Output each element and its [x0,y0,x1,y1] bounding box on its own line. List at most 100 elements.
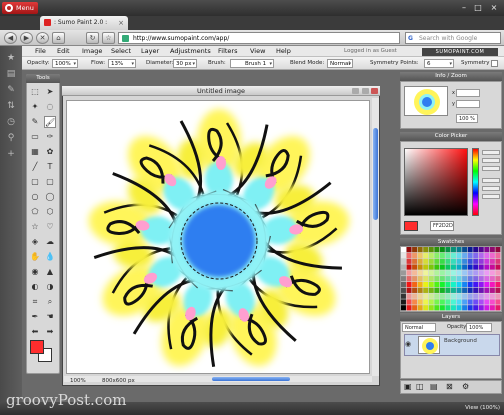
color-swatch[interactable] [434,287,440,293]
horizontal-scroll-thumb[interactable] [212,377,290,381]
shape-tool-icon[interactable]: ⬡ [44,206,56,218]
text-tool-icon[interactable]: T [44,161,56,173]
swatch-grid[interactable] [401,247,501,311]
color-swatch[interactable] [478,270,484,276]
color-swatch[interactable] [489,264,495,270]
color-swatch[interactable] [484,276,490,282]
color-swatch[interactable] [401,305,406,311]
reload-button[interactable]: ↻ [86,32,99,44]
color-swatch[interactable] [412,252,418,259]
menu-view[interactable]: View [250,46,265,57]
color-swatch[interactable] [417,281,423,288]
color-swatch[interactable] [478,299,484,305]
search-input[interactable]: G Search with Google [405,32,501,44]
color-swatch[interactable] [462,305,468,311]
history-icon[interactable]: ◷ [5,116,17,128]
color-swatch[interactable] [412,281,418,288]
magic-wand-icon[interactable]: ✦ [29,101,41,113]
color-swatch[interactable] [462,258,468,264]
color-swatch[interactable] [456,305,462,311]
address-bar[interactable]: http://www.sumopaint.com/app/ [118,32,400,44]
color-swatch[interactable] [473,252,479,259]
color-swatch[interactable] [439,252,445,259]
menu-layer[interactable]: Layer [141,46,159,57]
heart-tool-icon[interactable]: ♡ [44,221,56,233]
color-swatch[interactable] [406,264,412,270]
color-swatch[interactable] [495,264,501,270]
color-swatch[interactable] [462,270,468,276]
color-swatch[interactable] [478,258,484,264]
color-swatch[interactable] [434,252,440,259]
new-layer-icon[interactable]: ▣ [404,382,412,391]
color-swatch[interactable] [495,305,501,311]
pencil-tool-icon[interactable]: ✎ [29,116,41,128]
color-channel-field[interactable] [482,194,500,199]
color-swatch[interactable] [412,270,418,276]
color-swatch[interactable] [417,270,423,276]
notes-icon[interactable]: ✎ [5,84,17,96]
lasso-tool-icon[interactable]: ◌ [44,101,56,113]
color-swatch[interactable] [445,293,451,299]
color-swatch[interactable] [401,281,406,288]
color-swatch[interactable] [484,287,490,293]
color-swatch[interactable] [401,270,406,276]
color-swatch[interactable] [417,276,423,282]
color-swatch[interactable] [445,247,451,253]
color-swatch[interactable] [473,270,479,276]
symmetry-points-field[interactable]: 6 [424,59,454,68]
eyedropper-tool-icon[interactable]: ✒ [29,311,41,323]
color-swatch[interactable] [412,293,418,299]
color-swatch[interactable] [406,252,412,259]
layer-visibility-eye-icon[interactable]: ◉ [405,340,411,348]
color-swatch[interactable] [401,276,406,282]
color-swatch[interactable] [456,299,462,305]
color-swatch[interactable] [462,252,468,259]
color-swatch[interactable] [489,247,495,253]
zoom-tool-icon[interactable]: ⌕ [44,296,56,308]
browser-menu-button[interactable]: Menu [2,2,38,14]
color-swatch[interactable] [434,305,440,311]
color-swatch[interactable] [473,264,479,270]
circle-tool-icon[interactable]: ◯ [44,191,56,203]
color-swatch[interactable] [417,299,423,305]
sharpen-tool-icon[interactable]: ▲ [44,266,56,278]
color-swatch[interactable] [423,281,429,288]
color-swatch[interactable] [445,252,451,259]
rectangle-tool-icon[interactable]: ▢ [29,176,41,188]
color-swatch[interactable] [423,252,429,259]
color-swatch[interactable] [445,276,451,282]
color-swatch[interactable] [478,247,484,253]
color-swatch[interactable] [495,247,501,253]
color-swatch[interactable] [478,287,484,293]
color-swatch[interactable] [462,247,468,253]
color-swatch[interactable] [434,276,440,282]
airbrush-tool-icon[interactable]: ✑ [44,131,56,143]
diameter-field[interactable]: 30 px [173,59,197,68]
color-swatch[interactable] [412,258,418,264]
marquee-tool-icon[interactable]: ⬚ [29,86,41,98]
color-swatch[interactable] [456,276,462,282]
color-swatch[interactable] [428,247,434,253]
close-button[interactable]: × [488,2,500,13]
color-swatch[interactable] [495,276,501,282]
color-swatch[interactable] [401,264,406,270]
zoom-select[interactable]: 100 % [456,114,478,123]
maximize-button[interactable]: □ [472,2,484,13]
image-close-icon[interactable] [371,88,378,94]
color-swatch[interactable] [451,270,456,276]
transfers-icon[interactable]: ⇅ [5,100,17,112]
color-swatch[interactable] [473,281,479,288]
navigator-thumbnail[interactable] [404,86,448,116]
color-swatch[interactable] [439,293,445,299]
color-swatch[interactable] [495,252,501,259]
foreground-color-front[interactable] [30,340,44,354]
color-swatch[interactable] [423,299,429,305]
color-swatch[interactable] [484,247,490,253]
color-swatch[interactable] [445,281,451,288]
eraser-tool-icon[interactable]: ▭ [29,131,41,143]
color-swatch[interactable] [484,252,490,259]
color-swatch[interactable] [406,270,412,276]
color-swatch[interactable] [417,264,423,270]
color-swatch[interactable] [434,258,440,264]
color-swatch[interactable] [484,299,490,305]
